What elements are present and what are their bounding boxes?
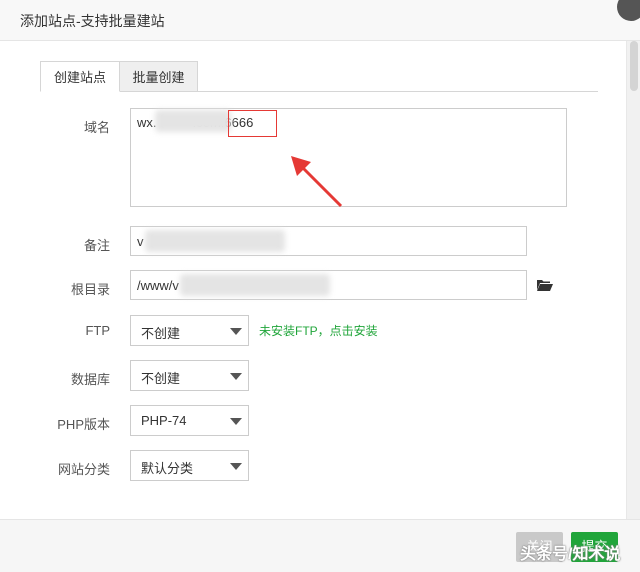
category-select-value: 默认分类 — [141, 461, 194, 476]
domain-label: 域名 — [83, 120, 110, 135]
category-select[interactable]: 默认分类 — [130, 450, 249, 481]
ftp-select[interactable]: 不创建 — [130, 315, 249, 346]
php-label: PHP版本 — [57, 417, 110, 432]
database-select-value: 不创建 — [141, 371, 181, 386]
remark-label: 备注 — [83, 238, 110, 253]
redaction-blur — [145, 230, 285, 252]
install-ftp-link[interactable]: 未安装FTP，点击安装 — [259, 322, 378, 339]
chevron-down-icon — [230, 373, 242, 380]
tab-bar: 创建站点 批量创建 — [40, 61, 598, 92]
tab-batch-create[interactable]: 批量创建 — [120, 61, 198, 92]
database-label: 数据库 — [70, 372, 110, 387]
redaction-blur — [180, 274, 330, 296]
port-highlight-box — [228, 110, 277, 137]
database-select[interactable]: 不创建 — [130, 360, 249, 391]
watermark: 头条号/知术说 — [520, 546, 621, 563]
category-label: 网站分类 — [57, 462, 110, 477]
dialog-titlebar: 添加站点-支持批量建站 — [0, 0, 640, 41]
php-version-select[interactable]: PHP-74 — [130, 405, 249, 436]
php-select-value: PHP-74 — [141, 413, 187, 428]
ftp-label: FTP — [85, 323, 110, 338]
chevron-down-icon — [230, 328, 242, 335]
chevron-down-icon — [230, 463, 242, 470]
root-label: 根目录 — [70, 282, 110, 297]
scrollbar[interactable] — [626, 41, 640, 519]
folder-open-icon[interactable] — [536, 278, 553, 292]
dialog-title: 添加站点-支持批量建站 — [20, 13, 165, 29]
chevron-down-icon — [230, 418, 242, 425]
redaction-blur — [155, 110, 231, 132]
scrollbar-thumb[interactable] — [630, 41, 638, 91]
tab-create-site[interactable]: 创建站点 — [40, 61, 120, 92]
ftp-select-value: 不创建 — [141, 326, 181, 341]
red-arrow-icon — [291, 156, 343, 208]
